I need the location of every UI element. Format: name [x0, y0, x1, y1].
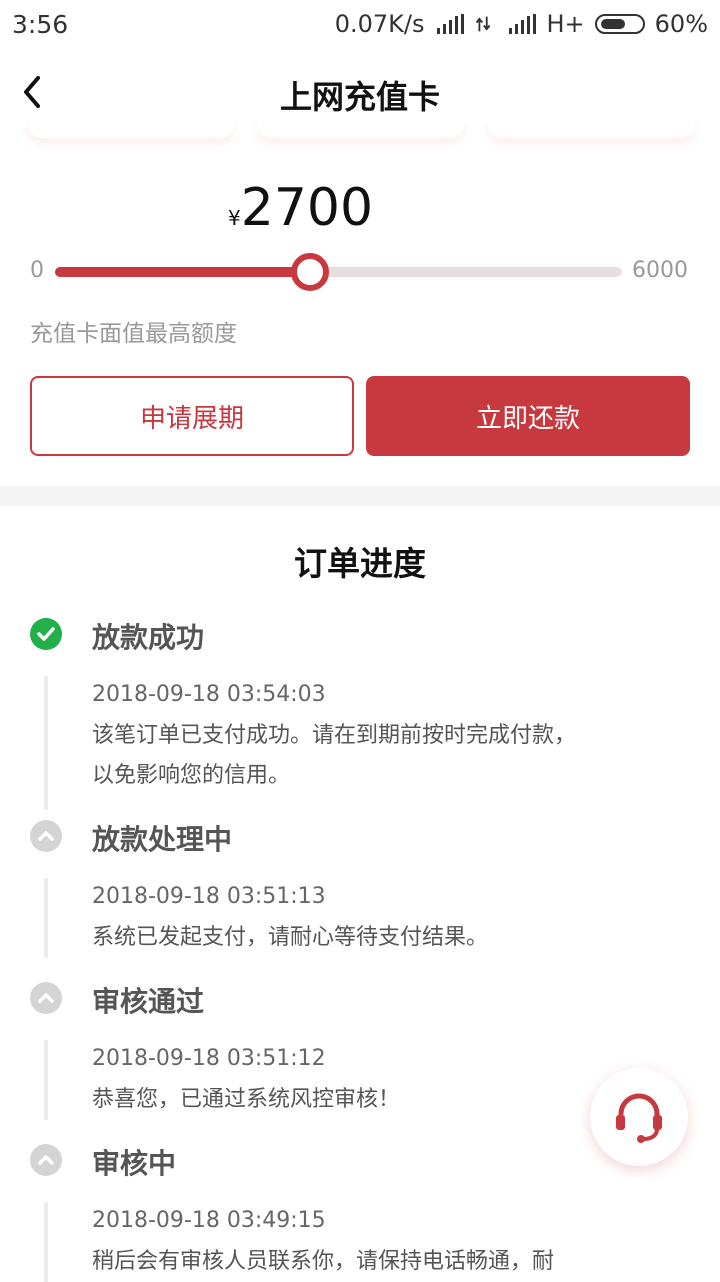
page-title: 上网充值卡 [279, 78, 440, 116]
amount-display: ¥2700 [228, 178, 373, 238]
data-transfer-icon [475, 16, 490, 32]
step-desc: 恭喜您，已通过系统风控审核！ [92, 1087, 401, 1112]
card-shadow [488, 118, 694, 138]
amount-value: 2700 [240, 178, 374, 238]
check-circle-icon [30, 618, 62, 650]
customer-service-button[interactable] [590, 1068, 688, 1166]
slider-thumb[interactable] [291, 253, 330, 291]
chevron-up-circle-icon [30, 820, 62, 852]
chevron-up-circle-icon [30, 982, 62, 1014]
slider-caption: 充值卡面值最高额度 [30, 321, 237, 347]
timeline-line [44, 1202, 48, 1282]
signal-icon [436, 14, 464, 34]
slider-max-label: 6000 [632, 258, 688, 283]
step-desc: 稍后会有审核人员联系你，请保持电话畅通，耐 [92, 1249, 555, 1274]
card-shadow [28, 118, 234, 138]
timeline-line [44, 878, 48, 958]
network-speed: 0.07K/s [334, 10, 425, 38]
step-title: 审核通过 [92, 985, 205, 1018]
repay-now-button[interactable]: 立即还款 [366, 376, 690, 456]
chevron-up-circle-icon [30, 1144, 62, 1176]
step-time: 2018-09-18 03:54:03 [92, 682, 326, 707]
headset-icon [616, 1093, 662, 1143]
section-divider [0, 486, 720, 506]
battery-percent: 60% [654, 10, 708, 38]
currency-symbol: ¥ [228, 206, 241, 230]
order-progress-title: 订单进度 [294, 544, 426, 583]
step-desc: 该笔订单已支付成功。请在到期前按时完成付款，以免影响您的信用。 [92, 723, 577, 788]
timeline-line [44, 1040, 48, 1120]
battery-icon [594, 14, 645, 34]
timeline-line [44, 676, 48, 810]
status-bar: 3:56 0.07K/s H+ 60% [0, 0, 720, 50]
amount-slider-track[interactable] [55, 253, 622, 291]
step-time: 2018-09-18 03:51:13 [92, 884, 326, 909]
network-type: H+ [546, 10, 585, 38]
step-time: 2018-09-18 03:51:12 [92, 1046, 326, 1071]
signal-icon-2 [508, 14, 536, 34]
slider-min-label: 0 [30, 258, 44, 283]
step-title: 放款成功 [92, 621, 205, 654]
status-time: 3:56 [12, 10, 69, 39]
apply-extension-button[interactable]: 申请展期 [30, 376, 354, 456]
card-shadow [258, 118, 464, 138]
step-title: 放款处理中 [92, 823, 233, 856]
status-right: 0.07K/s H+ 60% [335, 10, 708, 38]
step-time: 2018-09-18 03:49:15 [92, 1208, 326, 1233]
step-desc: 系统已发起支付，请耐心等待支付结果。 [92, 925, 489, 950]
step-title: 审核中 [92, 1147, 177, 1180]
slider-fill [55, 267, 311, 277]
